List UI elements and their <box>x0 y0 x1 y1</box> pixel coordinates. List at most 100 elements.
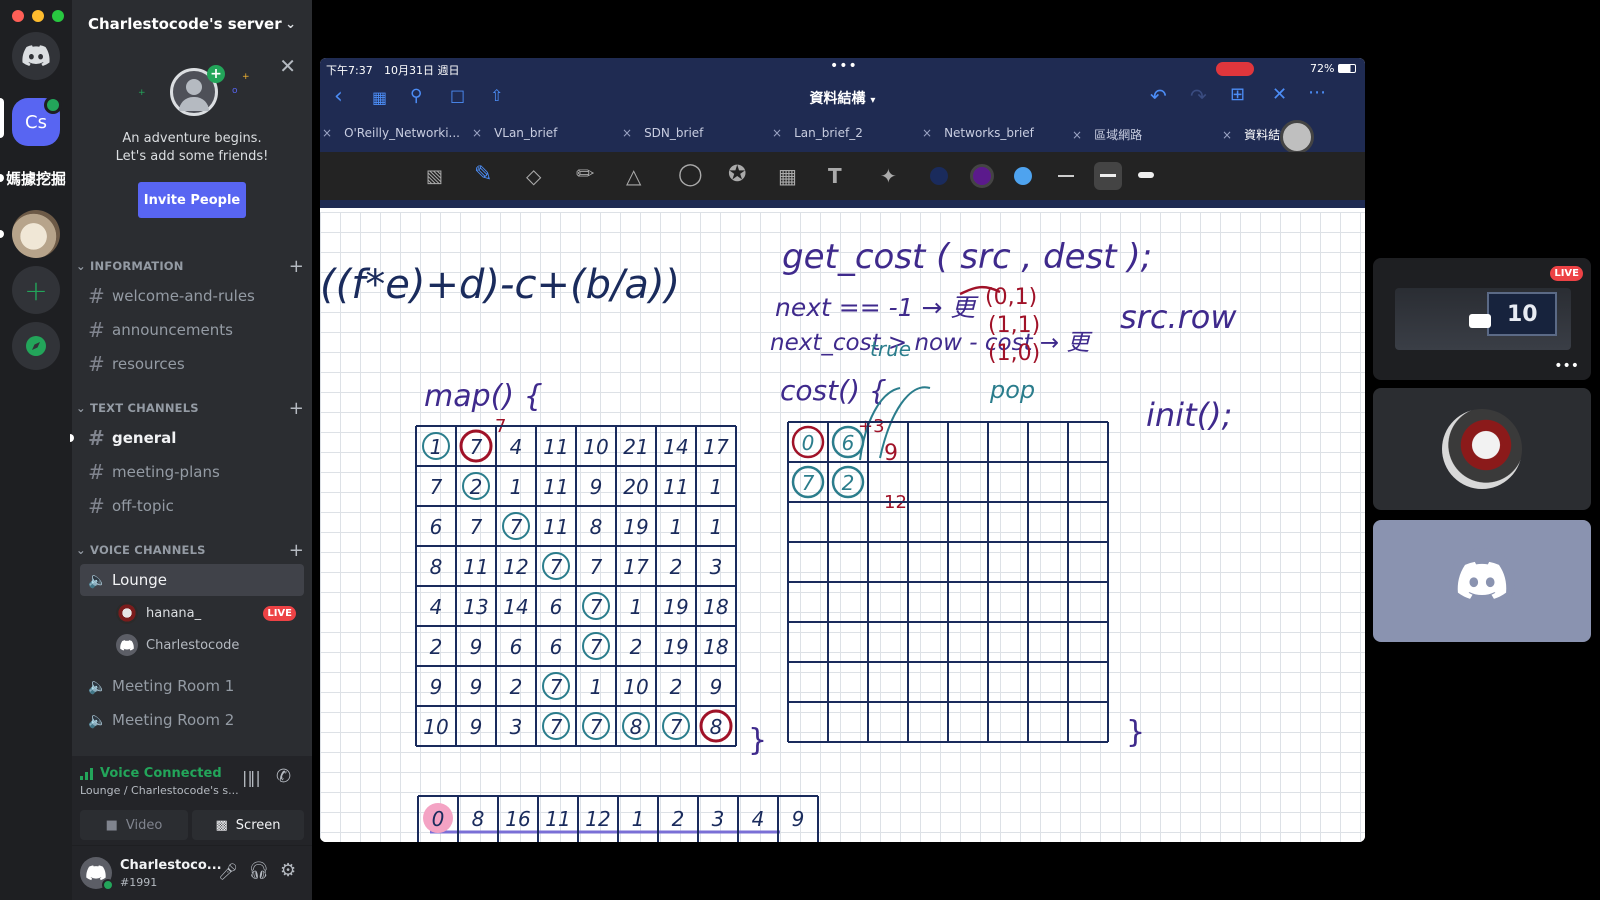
close-tab-icon[interactable]: × <box>622 126 632 140</box>
sparkle-icon: + <box>138 88 146 98</box>
channel-label: meeting-plans <box>112 463 220 481</box>
matrix-cell: 6 <box>430 515 443 539</box>
microphone-icon[interactable]: 🎤︎ <box>218 862 238 881</box>
stroke-medium-icon[interactable] <box>1094 162 1122 190</box>
active-server-indicator <box>0 98 4 138</box>
channel-resources[interactable]: # resources <box>80 348 304 380</box>
stroke-thin-icon[interactable] <box>1058 175 1074 177</box>
voice-user-charlestocode[interactable]: Charlestocode <box>116 630 296 660</box>
get-cost-text: get_cost ( src , dest ); <box>782 237 1152 277</box>
matrix-cell: 1 <box>670 515 683 539</box>
matrix-cell: 7 <box>590 635 603 659</box>
add-channel-icon[interactable]: + <box>289 540 304 561</box>
screen-share-button[interactable]: ▩ Screen <box>192 810 304 840</box>
channel-announcements[interactable]: # announcements <box>80 314 304 346</box>
server-avatar-button[interactable] <box>12 210 60 258</box>
zoom-window-button[interactable] <box>52 10 64 22</box>
voice-channel-lounge[interactable]: 🔈 Lounge <box>80 564 304 596</box>
laser-pointer-icon[interactable]: ✦ <box>880 164 897 188</box>
sticker-icon[interactable]: ✪ <box>728 162 746 187</box>
reader-mode-icon[interactable]: ▧ <box>426 166 443 187</box>
battery-icon <box>1338 64 1356 73</box>
add-channel-icon[interactable]: + <box>289 398 304 419</box>
close-tab-icon[interactable]: × <box>1072 128 1082 142</box>
category-voice-channels[interactable]: ⌄ VOICE CHANNELS + <box>72 540 312 561</box>
tab-sdn[interactable]: × SDN_brief <box>622 126 703 140</box>
minimize-window-button[interactable] <box>32 10 44 22</box>
channel-general[interactable]: # general <box>80 422 304 454</box>
image-icon[interactable]: ▦ <box>778 164 797 188</box>
more-icon[interactable]: ⋯ <box>1308 82 1327 103</box>
document-title[interactable]: 資料結構 ▾ <box>320 88 1365 108</box>
category-text-channels[interactable]: ⌄ TEXT CHANNELS + <box>72 398 312 419</box>
server-header[interactable]: Charlestocode's server ⌄ <box>72 0 312 48</box>
close-tab-icon[interactable]: × <box>322 126 332 140</box>
handwriting-layer: ((f*e)+d)-c+(b/a)) get_cost ( src , dest… <box>320 237 1237 842</box>
stream-tile-hanana[interactable]: 10 LIVE ••• <box>1373 258 1591 380</box>
close-tab-icon[interactable]: × <box>472 126 482 140</box>
voice-connected-subtitle[interactable]: Lounge / Charlestocode's s... <box>80 784 239 797</box>
channel-welcome-and-rules[interactable]: # welcome-and-rules <box>80 280 304 312</box>
highlighter-icon[interactable]: ✏ <box>576 162 594 187</box>
gear-icon[interactable]: ⚙ <box>280 860 296 881</box>
add-page-icon[interactable]: ⊞ <box>1230 84 1245 105</box>
tab-vlan[interactable]: × VLan_brief <box>472 126 557 140</box>
online-status-icon <box>102 879 114 891</box>
tab-lan-zh[interactable]: × 區域網路 <box>1072 126 1142 143</box>
voice-connected-title[interactable]: Voice Connected <box>100 766 222 781</box>
disconnect-icon[interactable]: ✆ <box>276 766 291 787</box>
add-server-button[interactable]: + <box>12 266 60 314</box>
shapes-icon[interactable]: △ <box>626 164 641 188</box>
color-navy-swatch[interactable] <box>930 167 948 185</box>
more-options-icon[interactable]: ••• <box>1554 358 1579 374</box>
redo-icon[interactable]: ↷ <box>1190 84 1207 108</box>
voice-user-name: hanana_ <box>146 605 202 621</box>
close-tab-icon[interactable]: × <box>922 126 932 140</box>
participant-tile-avatar[interactable] <box>1373 388 1591 510</box>
discord-home-button[interactable] <box>12 32 60 80</box>
headphones-icon[interactable]: 🎧︎ <box>248 861 270 881</box>
invite-people-button[interactable]: Invite People <box>138 182 246 218</box>
channel-label: general <box>112 429 177 447</box>
category-chevron-icon: ⌄ <box>76 543 91 557</box>
voice-channel-meeting-room-1[interactable]: 🔈 Meeting Room 1 <box>80 670 304 702</box>
stroke-thick-icon[interactable] <box>1138 172 1154 178</box>
channel-off-topic[interactable]: # off-topic <box>80 490 304 522</box>
tab-oreilly[interactable]: × O'Reilly_Networki... <box>322 126 460 140</box>
matrix-cell: 0 <box>802 431 815 455</box>
add-channel-icon[interactable]: + <box>289 256 304 277</box>
matrix-cell: 7 <box>550 715 563 739</box>
tab-networks[interactable]: × Networks_brief <box>922 126 1034 140</box>
close-window-button[interactable] <box>12 10 24 22</box>
matrix-cell: 9 <box>470 675 483 699</box>
unread-dot-icon <box>70 434 74 442</box>
channel-meeting-plans[interactable]: # meeting-plans <box>80 456 304 488</box>
avatar[interactable] <box>80 857 114 891</box>
matrix-cell: 2 <box>430 635 443 659</box>
eraser-icon[interactable]: ◇ <box>526 164 541 188</box>
noise-suppression-icon[interactable]: |‖| <box>242 768 261 787</box>
close-tab-icon[interactable]: × <box>772 126 782 140</box>
category-information[interactable]: ⌄ INFORMATION + <box>72 256 312 277</box>
participant-tile-charlestocode[interactable] <box>1373 520 1591 642</box>
text-tool-icon[interactable]: T <box>828 164 842 188</box>
array-cell: 8 <box>472 807 485 831</box>
pen-tool-icon[interactable]: ✎ <box>474 162 492 187</box>
tab-lan[interactable]: × Lan_brief_2 <box>772 126 863 140</box>
notebook-canvas[interactable]: ((f*e)+d)-c+(b/a)) get_cost ( src , dest… <box>320 212 1365 842</box>
undo-icon[interactable]: ↶ <box>1150 84 1167 108</box>
voice-channel-meeting-room-2[interactable]: 🔈 Meeting Room 2 <box>80 704 304 736</box>
lasso-icon[interactable]: ◯ <box>678 162 703 187</box>
video-button[interactable]: ■ Video <box>80 810 188 840</box>
voice-user-hanana[interactable]: hanana_ LIVE <box>116 598 296 628</box>
server-mining-button[interactable]: 媽據挖掘 <box>6 154 66 202</box>
close-tab-icon[interactable]: × <box>1222 128 1232 142</box>
close-icon[interactable]: ✕ <box>1272 84 1287 105</box>
server-cs-button[interactable]: Cs <box>12 96 62 146</box>
color-blue-swatch[interactable] <box>1014 167 1032 185</box>
color-purple-swatch[interactable] <box>970 164 994 188</box>
bottom-array-row: 0 8 16 11 12 1 2 3 4 9 <box>417 795 819 842</box>
explore-servers-button[interactable] <box>12 322 60 370</box>
close-icon[interactable]: ✕ <box>279 54 296 78</box>
ipad-status-bar: 下午7:37 10月31日 週日 ••• 72% <box>320 58 1365 80</box>
